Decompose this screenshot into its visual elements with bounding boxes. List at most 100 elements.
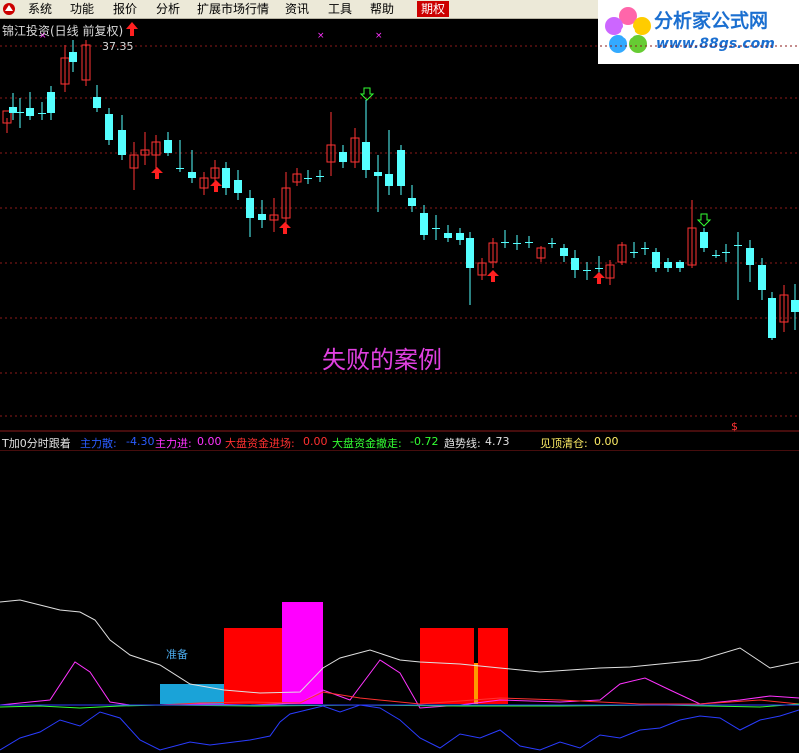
candle — [791, 284, 799, 330]
main-in-line — [0, 659, 799, 709]
menu-item-help[interactable]: 帮助 — [370, 1, 394, 17]
candle — [571, 250, 579, 278]
candle — [93, 85, 101, 112]
up-arrow-icon — [126, 22, 138, 36]
ready-bar — [160, 684, 224, 704]
app-logo-icon — [3, 3, 15, 15]
indicator-label-top-clear: 见顶清仓: — [540, 437, 588, 450]
candle — [304, 170, 312, 184]
candle — [188, 150, 196, 183]
menu-item-quote[interactable]: 报价 — [113, 1, 137, 17]
candle — [362, 100, 370, 178]
candle — [617, 242, 627, 265]
buy-arrow-icon — [151, 167, 163, 179]
candle — [258, 200, 266, 228]
candle — [129, 142, 139, 190]
candle — [16, 98, 24, 128]
candle — [501, 230, 509, 248]
high-price-label: 37.35 — [102, 40, 134, 53]
candle — [38, 102, 46, 120]
signal-marks: × × × — [39, 31, 712, 284]
candle — [140, 132, 150, 165]
candle — [432, 215, 440, 240]
candle — [60, 45, 70, 92]
candle — [513, 235, 521, 250]
indicator-label-market-in: 大盘资金进场: — [225, 437, 295, 450]
indicator-name[interactable]: T加0分时跟着 — [2, 435, 71, 451]
candle — [477, 258, 487, 280]
candle — [700, 228, 708, 252]
buy-arrow-icon — [593, 272, 605, 284]
indicator-bars — [160, 602, 508, 704]
candle — [456, 228, 464, 245]
marker-bar — [474, 663, 478, 704]
candle — [687, 200, 697, 268]
menu-item-analysis[interactable]: 分析 — [156, 1, 180, 17]
candle — [676, 260, 684, 272]
candle — [712, 250, 720, 258]
candle — [768, 292, 776, 340]
candle — [246, 190, 254, 237]
sell-arrow-icon — [696, 213, 712, 227]
candle — [199, 172, 209, 195]
candle — [326, 112, 336, 176]
indicator-value-market-out: -0.72 — [410, 435, 439, 448]
candle — [722, 244, 730, 262]
buy-arrow-icon — [279, 222, 291, 234]
indicator-label-market-out: 大盘资金撤走: — [332, 437, 402, 450]
chart-caption: 失败的案例 — [322, 346, 442, 374]
candle — [548, 238, 556, 248]
candle — [746, 240, 754, 282]
candle — [525, 236, 533, 248]
buy-arrow-icon — [487, 270, 499, 282]
candle — [269, 198, 279, 232]
candle — [339, 145, 347, 168]
indicator-label-main-scatter: 主力散: — [80, 437, 117, 450]
candle — [118, 115, 126, 160]
cross-mark: × — [375, 31, 383, 41]
indicator-value-main-in: 0.00 — [197, 435, 222, 448]
menu-item-options[interactable]: 期权 — [417, 1, 450, 17]
ready-label: 准备 — [166, 648, 188, 661]
menu-item-news[interactable]: 资讯 — [285, 1, 309, 17]
indicator-label-main-in: 主力进: — [155, 437, 192, 450]
indicator-value-top-clear: 0.00 — [594, 435, 619, 448]
candle — [641, 242, 649, 255]
candle — [664, 258, 672, 272]
candle — [758, 258, 766, 300]
candle — [779, 285, 789, 332]
candle — [605, 260, 615, 285]
candle — [560, 244, 568, 262]
candle — [536, 246, 546, 262]
candle — [316, 170, 324, 182]
menu-item-tools[interactable]: 工具 — [328, 1, 352, 17]
candle — [151, 135, 161, 168]
candle — [176, 140, 184, 172]
candle — [420, 205, 428, 240]
candle — [583, 262, 591, 280]
candle — [374, 155, 382, 212]
menu-item-system[interactable]: 系统 — [28, 1, 52, 17]
candle — [630, 242, 638, 258]
candle — [385, 130, 393, 195]
candle — [105, 108, 113, 145]
sell-signal-symbol: $ — [731, 420, 738, 433]
main-scatter-line — [0, 704, 799, 751]
candles — [2, 40, 799, 340]
menu-item-extended-market[interactable]: 扩展市场行情 — [197, 1, 269, 17]
candle — [444, 225, 452, 242]
candle — [652, 248, 660, 272]
cross-mark: × — [317, 31, 325, 41]
candle — [26, 92, 34, 120]
indicator-label-trend: 趋势线: — [444, 437, 481, 450]
candle — [9, 93, 17, 120]
menu-item-function[interactable]: 功能 — [70, 1, 94, 17]
indicator-value-trend: 4.73 — [485, 435, 510, 448]
candle — [292, 168, 302, 186]
indicator-value-main-scatter: -4.30 — [126, 435, 155, 448]
candle — [408, 185, 416, 212]
candle — [734, 232, 742, 300]
trend-line — [0, 599, 799, 694]
candle — [234, 170, 242, 200]
buy-arrow-icon — [210, 180, 222, 192]
